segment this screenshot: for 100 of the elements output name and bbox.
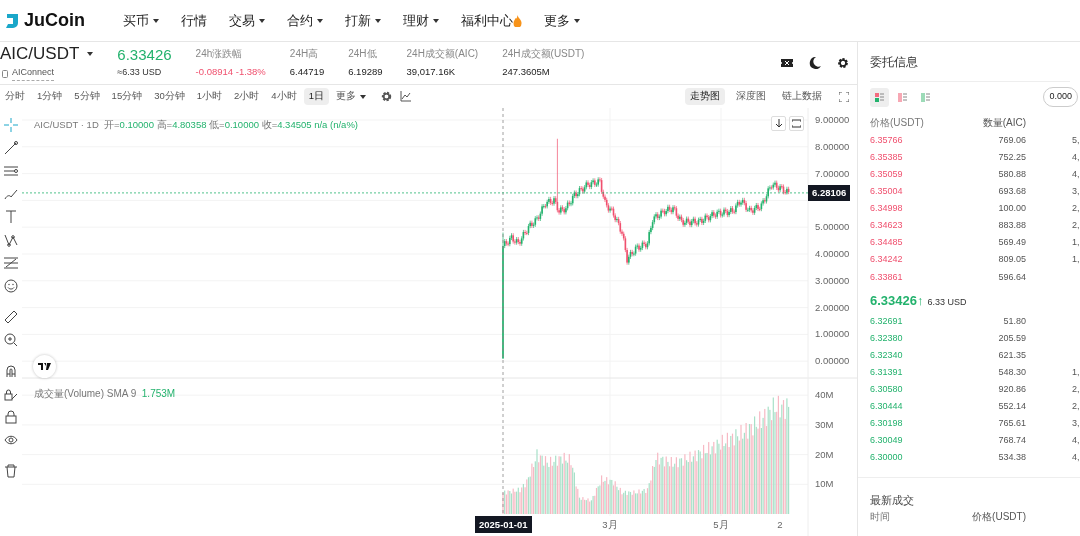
logo-text[interactable]: JuCoin	[24, 7, 85, 34]
interval-tab[interactable]: 30分钟	[149, 88, 190, 105]
stat-value: 39,017.16K	[406, 65, 457, 80]
caret-icon	[153, 18, 159, 23]
order-price: 6.35385	[870, 150, 904, 164]
view-tab[interactable]: 深度图	[731, 88, 771, 105]
bids-icon	[920, 91, 931, 103]
ruler-icon[interactable]	[4, 310, 18, 324]
axis-label: 0.00000	[814, 355, 850, 367]
view-tab[interactable]: 链上数据	[777, 88, 827, 105]
order-amount: 809.05	[997, 253, 1026, 267]
layout-toggle[interactable]	[870, 87, 889, 107]
view-tab[interactable]: 走势图	[685, 88, 725, 105]
axis-label: 4.00000	[814, 248, 850, 259]
stat-value: 6.19289	[348, 65, 383, 80]
interval-tab[interactable]: 1日	[303, 88, 329, 105]
column-header: 数量(AIC)	[981, 115, 1026, 130]
axis-label: 7.00000	[814, 167, 850, 179]
order-price: 6.34623	[870, 219, 904, 233]
order-amount: 552.14	[997, 400, 1026, 414]
caret-icon	[359, 94, 366, 99]
trend-line-icon[interactable]	[4, 141, 18, 155]
ticket-icon[interactable]	[781, 58, 793, 68]
nav-item[interactable]: 理财	[403, 10, 439, 31]
order-total: 1,	[1071, 236, 1080, 250]
flame-icon	[513, 14, 522, 27]
order-amount: 534.38	[997, 451, 1026, 465]
order-total: 4,	[1071, 451, 1080, 465]
date-tag: 2025-01-01	[475, 516, 532, 533]
order-total: 4,	[1071, 434, 1080, 448]
order-amount: 548.30	[997, 365, 1026, 379]
nav-item[interactable]: 福利中心	[461, 10, 522, 31]
order-book-icon	[874, 91, 885, 103]
axis-label: 2.00000	[814, 301, 850, 313]
order-amount: 693.68	[997, 185, 1026, 199]
logo-icon[interactable]	[4, 12, 20, 29]
order-amount: 569.49	[997, 236, 1026, 250]
axis-label: 20M	[814, 448, 834, 460]
stat-value: -0.08914 -1.38%	[195, 65, 266, 80]
fibonacci-icon[interactable]	[4, 256, 18, 270]
order-amount: 621.35	[997, 348, 1026, 362]
text-icon[interactable]	[4, 210, 18, 224]
caret-icon	[259, 18, 265, 23]
nav-item[interactable]: 更多	[544, 10, 580, 31]
order-total: 5,	[1071, 133, 1080, 147]
more-dropdown[interactable]: 更多	[330, 88, 371, 105]
caret-icon	[375, 18, 381, 23]
scroll-down-button[interactable]	[771, 116, 786, 131]
interval-tab[interactable]: 1分钟	[32, 88, 68, 105]
order-total: 2,	[1071, 383, 1080, 396]
coin-name-link[interactable]: AIConnect	[12, 66, 55, 81]
indicator-icon[interactable]	[399, 91, 411, 102]
asks-icon	[897, 91, 908, 103]
pattern-icon[interactable]	[4, 233, 18, 247]
interval-tab[interactable]: 15分钟	[106, 88, 148, 105]
axis-label: 9.00000	[814, 114, 850, 125]
zoom-in-icon[interactable]	[4, 333, 18, 347]
caret-icon	[317, 18, 323, 23]
interval-tab[interactable]: 4小时	[266, 88, 302, 105]
axis-label: 10M	[814, 478, 834, 490]
stat-label: 24H高	[289, 47, 320, 62]
nav-item[interactable]: 买币	[123, 10, 159, 31]
settings-icon[interactable]	[837, 57, 849, 69]
nav-item[interactable]: 交易	[229, 10, 265, 31]
interval-tab[interactable]: 分时	[0, 88, 30, 105]
pair-selector[interactable]: AIC/USDT	[0, 45, 94, 63]
nav-item[interactable]: 合约	[287, 10, 323, 31]
order-total: 4,	[1071, 150, 1080, 164]
emoji-icon[interactable]	[4, 279, 18, 293]
nav-item[interactable]: 打新	[345, 10, 381, 31]
horizontal-lines-icon[interactable]	[4, 164, 18, 178]
trash-icon[interactable]	[4, 464, 18, 478]
fullscreen-icon[interactable]	[839, 91, 849, 102]
tv-logo-icon	[38, 363, 51, 370]
moon-icon[interactable]	[809, 57, 821, 69]
order-price: 6.30049	[870, 434, 904, 448]
order-price: 6.30000	[870, 451, 904, 465]
lock-pencil-icon[interactable]	[4, 387, 18, 401]
order-price: 6.35004	[870, 185, 904, 199]
axis-label: 30M	[814, 418, 834, 430]
axis-label: 2	[777, 519, 783, 530]
nav-item[interactable]: 行情	[181, 10, 207, 31]
interval-tab[interactable]: 1小时	[191, 88, 228, 105]
order-amount: 769.06	[997, 133, 1026, 147]
brush-icon[interactable]	[4, 187, 18, 201]
last-price: 6.33426	[117, 46, 172, 62]
caret-icon	[433, 18, 439, 23]
order-amount: 580.88	[997, 168, 1026, 181]
order-total: 3,	[1071, 417, 1080, 431]
settings-icon[interactable]	[380, 91, 392, 102]
axis-label: 5.00000	[814, 221, 850, 233]
interval-tab[interactable]: 5分钟	[69, 88, 105, 105]
magnet-icon[interactable]	[4, 364, 18, 378]
order-price: 6.35766	[870, 133, 904, 147]
lock-icon[interactable]	[4, 410, 18, 424]
order-total: 3,	[1071, 185, 1080, 199]
chart-logo[interactable]	[33, 355, 56, 378]
eye-icon[interactable]	[4, 433, 18, 447]
stat-label: 24h涨跌幅	[195, 47, 244, 62]
interval-tab[interactable]: 2小时	[229, 88, 265, 105]
